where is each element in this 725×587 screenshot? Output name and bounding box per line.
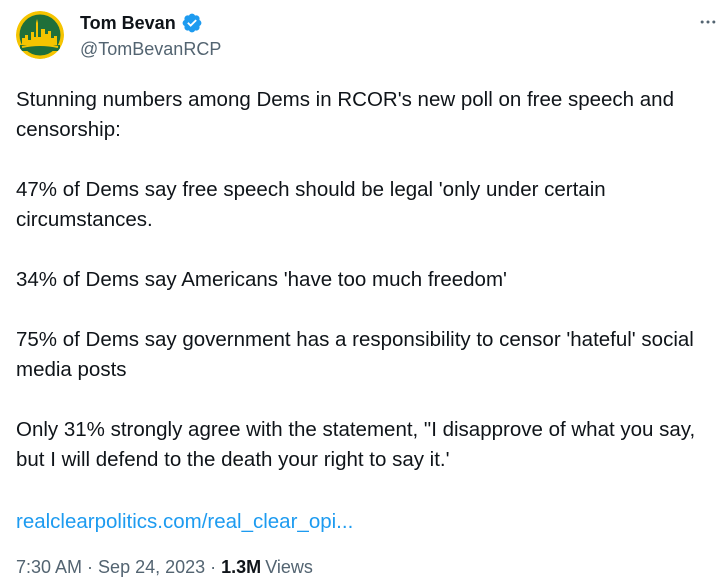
author-name-row: Tom Bevan <box>80 12 203 34</box>
tweet-time[interactable]: 7:30 AM <box>16 556 82 578</box>
views-count: 1.3M <box>221 557 262 577</box>
more-options-button[interactable] <box>696 10 720 34</box>
meta-separator: · <box>210 557 217 577</box>
author-handle[interactable]: @TomBevanRCP <box>80 38 221 60</box>
author-display-name[interactable]: Tom Bevan <box>80 12 176 34</box>
more-horizontal-icon <box>700 20 716 24</box>
tweet-paragraph: 47% of Dems say free speech should be le… <box>16 178 606 231</box>
avatar[interactable] <box>16 11 64 59</box>
tweet-paragraph: Only 31% strongly agree with the stateme… <box>16 418 696 471</box>
tweet-paragraph: Stunning numbers among Dems in RCOR's ne… <box>16 88 674 141</box>
tweet-text: Stunning numbers among Dems in RCOR's ne… <box>16 85 716 475</box>
meta-separator: · <box>87 557 94 577</box>
tweet-paragraph: 34% of Dems say Americans 'have too much… <box>16 268 507 291</box>
supersonics-logo-icon <box>16 11 64 59</box>
verified-badge-icon[interactable] <box>181 12 203 34</box>
tweet-meta: 7:30 AM · Sep 24, 2023 · 1.3M Views <box>16 556 313 578</box>
tweet-paragraph: 75% of Dems say government has a respons… <box>16 328 694 381</box>
article-link[interactable]: realclearpolitics.com/real_clear_opi... <box>16 507 353 537</box>
views-label: Views <box>265 557 313 577</box>
tweet-date[interactable]: Sep 24, 2023 <box>98 556 205 578</box>
